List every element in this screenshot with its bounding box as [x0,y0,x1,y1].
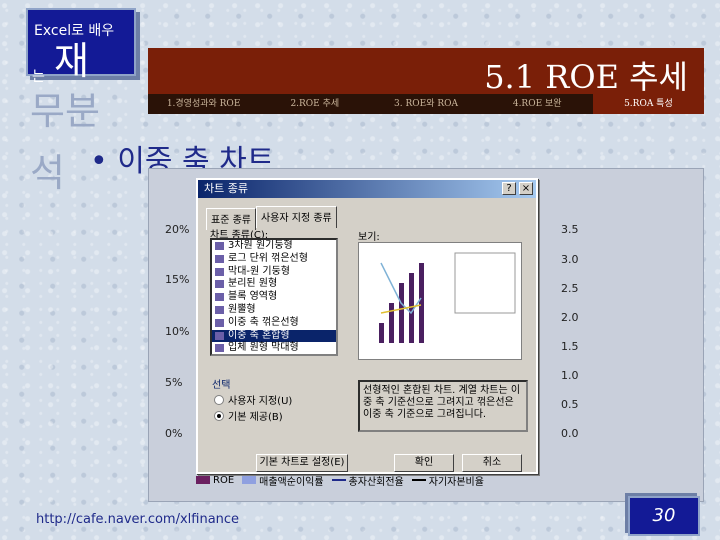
y-right-tick: 2.0 [561,311,579,324]
list-item[interactable]: 로그 단위 꺾은선형 [212,253,336,266]
list-item-selected[interactable]: 이중 축 혼합형 [212,329,336,343]
section-nav: 1.경영성과와 ROE 2.ROE 추세 3. ROE와 ROA 4.ROE 보… [148,94,705,114]
ok-button[interactable]: 확인 [394,454,454,472]
preview-chart-graphic [379,252,516,343]
legend-item: 매출액순이익률 [242,473,324,488]
list-item[interactable]: 막대-원 기둥형 [212,266,336,279]
legend-swatch [196,476,210,484]
legend-swatch [331,479,346,481]
radio-builtin[interactable]: 기본 제공(B) [214,408,283,423]
y-left-tick: 0% [165,427,183,440]
list-item[interactable]: 원뿔형 [212,304,336,317]
list-item[interactable]: 3차원 원기둥형 [212,240,336,253]
chart-legend: ROE 매출액순이익률 총자산회전율 자기자본비율 [196,472,546,488]
nav-item-1[interactable]: 1.경영성과와 ROE [148,94,259,114]
list-item[interactable]: 입체 원형 막대형 [212,342,336,354]
nav-item-4[interactable]: 4.ROE 보완 [482,94,593,114]
y-right-tick: 0.5 [561,398,579,411]
y-right-tick: 1.0 [561,369,579,382]
options-label: 선택 [212,380,231,391]
radio-custom-circle[interactable] [214,394,224,405]
page-title: 5.1 ROE 추세 [484,58,688,96]
set-default-button[interactable]: 기본 차트로 설정(E) [256,454,348,472]
legend-item: ROE [196,475,234,486]
y-right-tick: 0.0 [561,427,579,440]
legend-label: ROE [213,474,235,486]
y-left-tick: 15% [165,273,190,286]
nav-item-5[interactable]: 5.ROA 특성 [592,94,705,114]
legend-swatch [242,476,257,484]
chart-preview [358,242,522,360]
help-button[interactable]: ? [502,182,516,195]
list-item[interactable]: 블록 영역형 [212,291,336,304]
close-button[interactable]: × [519,182,533,195]
legend-item: 총자산회전율 [331,473,404,488]
side-char-2: 석 [30,151,65,195]
side-char-1: 무분 [30,89,100,133]
legend-swatch [411,479,426,481]
title-bar: 5.1 ROE 추세 [148,48,704,96]
y-right-tick: 2.5 [561,282,579,295]
legend-label: 총자산회전율 [348,476,404,488]
tab-custom[interactable]: 사용자 지정 종류 [255,206,337,228]
radio-custom-label: 사용자 지정(U) [228,396,293,407]
radio-builtin-circle[interactable] [214,410,224,421]
tag-line1: Excel로 배우 [34,23,115,39]
list-item[interactable]: 분리된 원형 [212,278,336,291]
chart-description: 선형적인 혼합된 차트. 계열 차트는 이중 축 기준선으로 그려지고 꺾은선은… [358,380,528,432]
y-left-tick: 5% [165,376,183,389]
dialog-titlebar[interactable]: 차트 종류 ? × [198,180,536,198]
nav-item-3[interactable]: 3. ROE와 ROA [370,94,481,114]
preview-label: 보기: [358,232,380,243]
radio-builtin-label: 기본 제공(B) [228,412,283,423]
dialog-title: 차트 종류 [204,182,248,195]
nav-item-2[interactable]: 2.ROE 추세 [259,94,370,114]
chart-type-dialog: 차트 종류 ? × 표준 종류 사용자 지정 종류 차트 종류(C): 3차원 … [196,178,538,474]
legend-label: 매출액순이익률 [259,476,324,488]
y-left-tick: 10% [165,325,190,338]
radio-custom[interactable]: 사용자 지정(U) [214,392,292,407]
chart-type-list[interactable]: 3차원 원기둥형 로그 단위 꺾은선형 막대-원 기둥형 분리된 원형 블록 영… [210,238,338,356]
y-left-tick: 20% [165,223,190,236]
cancel-button[interactable]: 취소 [462,454,522,472]
legend-label: 자기자본비율 [428,476,484,488]
tag-big-char: 재 [54,39,89,83]
y-right-tick: 1.5 [561,340,579,353]
y-right-tick: 3.0 [561,253,579,266]
tag-line2: 는 [32,69,45,85]
footer-url[interactable]: http://cafe.naver.com/xlfinance [36,512,239,527]
course-tag: Excel로 배우 재 는 [26,8,136,85]
y-right-tick: 3.5 [561,223,579,236]
slide-number: 30 [628,496,700,536]
list-item[interactable]: 이중 축 꺾은선형 [212,317,336,330]
legend-item: 자기자본비율 [411,473,484,488]
